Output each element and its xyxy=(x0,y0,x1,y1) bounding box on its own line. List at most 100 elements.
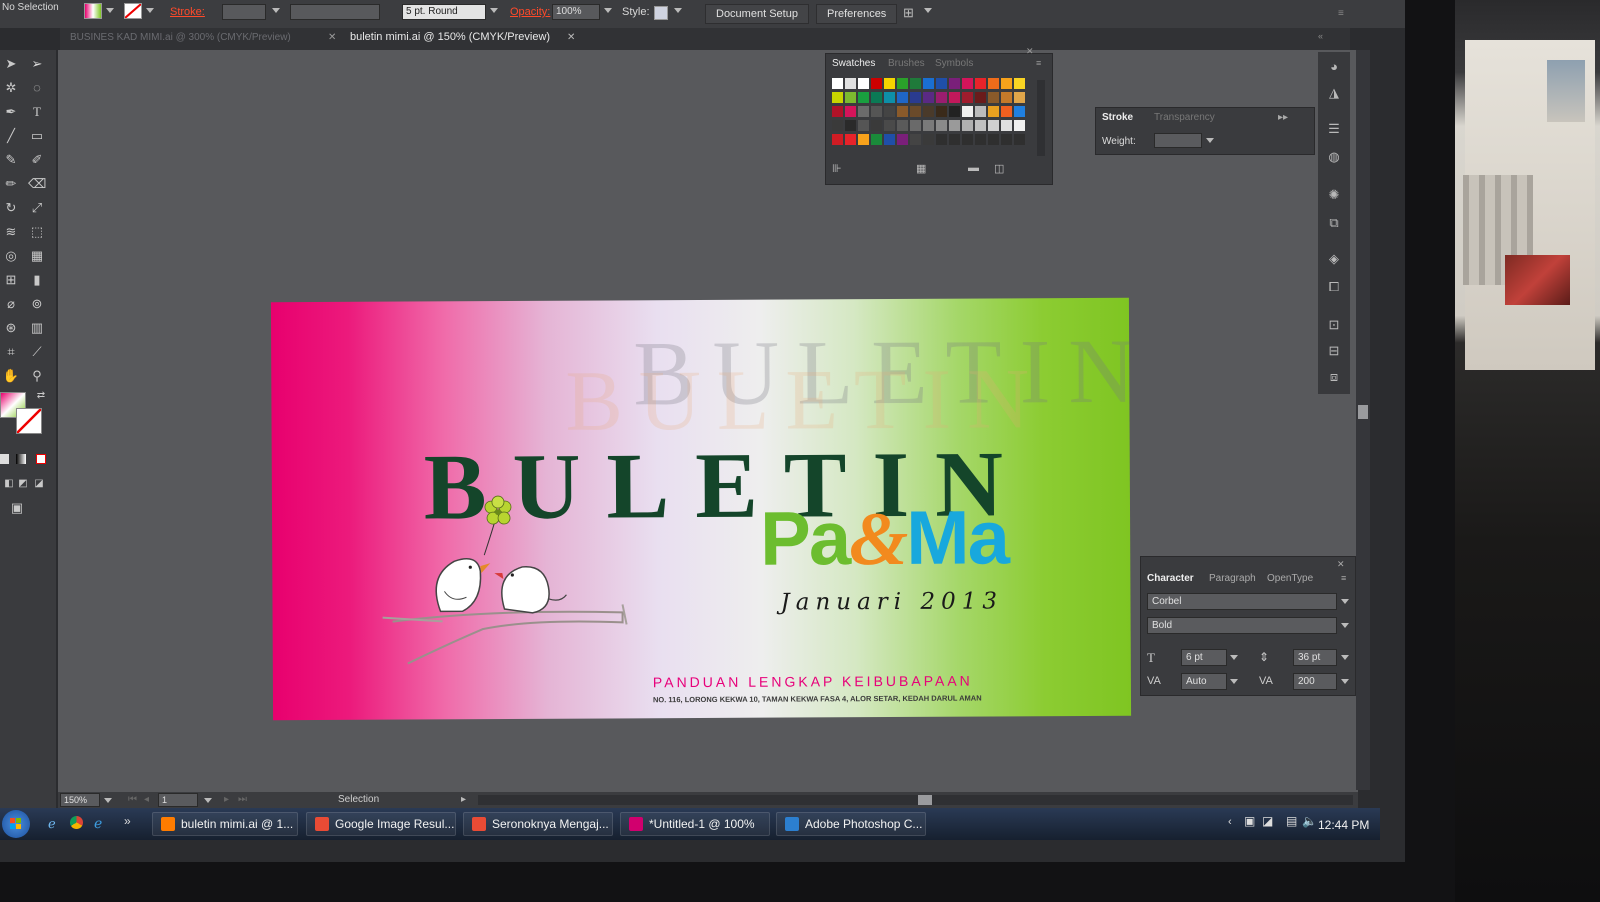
new-group-icon[interactable]: ▬ xyxy=(968,162,979,174)
tab-transparency[interactable]: Transparency xyxy=(1154,112,1215,123)
swatch-chip[interactable] xyxy=(910,106,921,117)
tray-network-icon[interactable]: ▣ xyxy=(1244,814,1255,828)
variable-width-field[interactable] xyxy=(290,4,380,20)
swatch-chip[interactable] xyxy=(858,134,869,145)
swatch-chip[interactable] xyxy=(936,134,947,145)
swatch-chip[interactable] xyxy=(871,78,882,89)
stroke-swatch[interactable] xyxy=(124,3,142,19)
warp-tool-icon[interactable]: ≋ xyxy=(2,224,20,240)
gradient-mode-icon[interactable] xyxy=(16,454,26,464)
swatch-chip[interactable] xyxy=(962,78,973,89)
taskbar-item[interactable]: Adobe Photoshop C... xyxy=(776,812,926,836)
paintbrush-tool-icon[interactable]: ✎ xyxy=(2,152,20,168)
swatch-chip[interactable] xyxy=(949,78,960,89)
leading-field[interactable]: 36 pt xyxy=(1293,649,1337,666)
swatch-chip[interactable] xyxy=(988,106,999,117)
swatch-chip[interactable] xyxy=(988,92,999,103)
swatch-chip[interactable] xyxy=(897,106,908,117)
arrange-documents-icon[interactable]: ⊞ xyxy=(903,5,914,21)
magic-wand-icon[interactable]: ✲ xyxy=(2,80,20,96)
swatch-libraries-icon[interactable]: ⊪ xyxy=(832,162,842,175)
panel-close-icon[interactable]: ✕ xyxy=(1337,559,1345,570)
panel-close-icon[interactable]: ✕ xyxy=(1026,46,1034,57)
swatch-chip[interactable] xyxy=(884,134,895,145)
taskbar-item[interactable]: buletin mimi.ai @ 1... xyxy=(152,812,298,836)
tray-security-icon[interactable]: ◪ xyxy=(1262,814,1273,828)
opacity-field[interactable]: 100% xyxy=(552,4,600,20)
color-icon[interactable]: ◮ xyxy=(1326,86,1342,100)
transform-icon[interactable]: ⧉ xyxy=(1326,216,1342,230)
perspective-grid-icon[interactable]: ▦ xyxy=(28,248,46,264)
stroke-label[interactable]: Stroke: xyxy=(170,6,205,18)
transform-bounds-icon[interactable]: ⊡ xyxy=(1326,318,1342,332)
swatch-chip[interactable] xyxy=(962,92,973,103)
stroke-weight-input[interactable] xyxy=(1154,133,1202,148)
issue-date[interactable]: Januari 2013 xyxy=(780,588,1003,615)
swatch-chip[interactable] xyxy=(910,92,921,103)
swatch-chip[interactable] xyxy=(845,106,856,117)
swatch-chip[interactable] xyxy=(845,92,856,103)
swatch-chip[interactable] xyxy=(962,120,973,131)
artboard-dropdown-icon[interactable] xyxy=(204,798,212,803)
tray-display-icon[interactable]: ▤ xyxy=(1286,814,1297,828)
selection-tool-icon[interactable]: ➤ xyxy=(2,56,20,72)
screen-mode-icon[interactable]: ▣ xyxy=(8,500,26,516)
hand-tool-icon[interactable]: ✋ xyxy=(2,368,20,384)
tab-business-card[interactable]: BUSINES KAD MIMI.ai @ 300% (CMYK/Preview… xyxy=(70,32,291,43)
swatch-chip[interactable] xyxy=(975,78,986,89)
tab-close-icon[interactable]: ✕ xyxy=(328,32,336,43)
fill-dropdown-icon[interactable] xyxy=(106,8,114,13)
swatch-chip[interactable] xyxy=(975,92,986,103)
swatch-chip[interactable] xyxy=(871,120,882,131)
zoom-field[interactable]: 150% xyxy=(60,793,100,807)
swatch-chip[interactable] xyxy=(871,92,882,103)
swatch-chip[interactable] xyxy=(936,120,947,131)
eyedropper-icon[interactable]: ⌀ xyxy=(2,296,20,312)
start-button[interactable] xyxy=(2,810,30,838)
swatch-chip[interactable] xyxy=(845,134,856,145)
style-dropdown-icon[interactable] xyxy=(674,8,682,13)
swatch-chip[interactable] xyxy=(884,106,895,117)
swatch-chip[interactable] xyxy=(832,120,843,131)
panel-menu-icon[interactable]: ≡ xyxy=(1341,573,1346,583)
tracking-field[interactable]: 200 xyxy=(1293,673,1337,690)
tray-expand-icon[interactable]: ‹ xyxy=(1228,816,1232,828)
swatch-chip[interactable] xyxy=(1001,106,1012,117)
swatch-chip[interactable] xyxy=(832,106,843,117)
swatch-chip[interactable] xyxy=(832,134,843,145)
align-objects-icon[interactable]: ⊟ xyxy=(1326,344,1342,358)
swatch-chip[interactable] xyxy=(923,106,934,117)
opacity-label[interactable]: Opacity: xyxy=(510,6,550,18)
first-artboard-icon[interactable]: ⏮ xyxy=(128,794,137,805)
swatch-chip[interactable] xyxy=(923,78,934,89)
swatch-chip[interactable] xyxy=(871,106,882,117)
font-size-field[interactable]: 6 pt xyxy=(1181,649,1227,666)
swatch-chip[interactable] xyxy=(897,134,908,145)
swatch-chip[interactable] xyxy=(962,134,973,145)
swatch-chip[interactable] xyxy=(975,134,986,145)
swatch-chip[interactable] xyxy=(975,120,986,131)
swatch-chip[interactable] xyxy=(858,120,869,131)
swatch-chip[interactable] xyxy=(858,92,869,103)
swatch-chip[interactable] xyxy=(1001,92,1012,103)
artboards-icon[interactable]: ⧠ xyxy=(1326,280,1342,294)
swatch-chip[interactable] xyxy=(1014,134,1025,145)
lasso-tool-icon[interactable]: ◌ xyxy=(28,80,46,96)
pencil-tool-icon[interactable]: ✐ xyxy=(28,152,46,168)
swatch-chip[interactable] xyxy=(1001,134,1012,145)
stroke-dropdown-icon[interactable] xyxy=(146,8,154,13)
swatch-chip[interactable] xyxy=(1001,78,1012,89)
quick-launch-explorer-icon[interactable]: ℯ xyxy=(94,815,102,832)
blend-tool-icon[interactable]: ⊚ xyxy=(28,296,46,312)
horizontal-scrollbar[interactable] xyxy=(478,795,1353,805)
layers-icon[interactable]: ◈ xyxy=(1326,252,1342,266)
swap-colors-icon[interactable]: ⇄ xyxy=(32,388,50,404)
symbol-sprayer-icon[interactable]: ⊛ xyxy=(2,320,20,336)
scale-tool-icon[interactable]: ⤢ xyxy=(28,200,46,216)
color-mode-icon[interactable] xyxy=(0,454,9,464)
swatch-chip[interactable] xyxy=(962,106,973,117)
tab-symbols[interactable]: Symbols xyxy=(935,58,973,69)
swatch-chip[interactable] xyxy=(923,92,934,103)
direct-selection-tool-icon[interactable]: ➢ xyxy=(28,56,46,72)
stroke-weight-dropdown-icon[interactable] xyxy=(272,8,280,13)
